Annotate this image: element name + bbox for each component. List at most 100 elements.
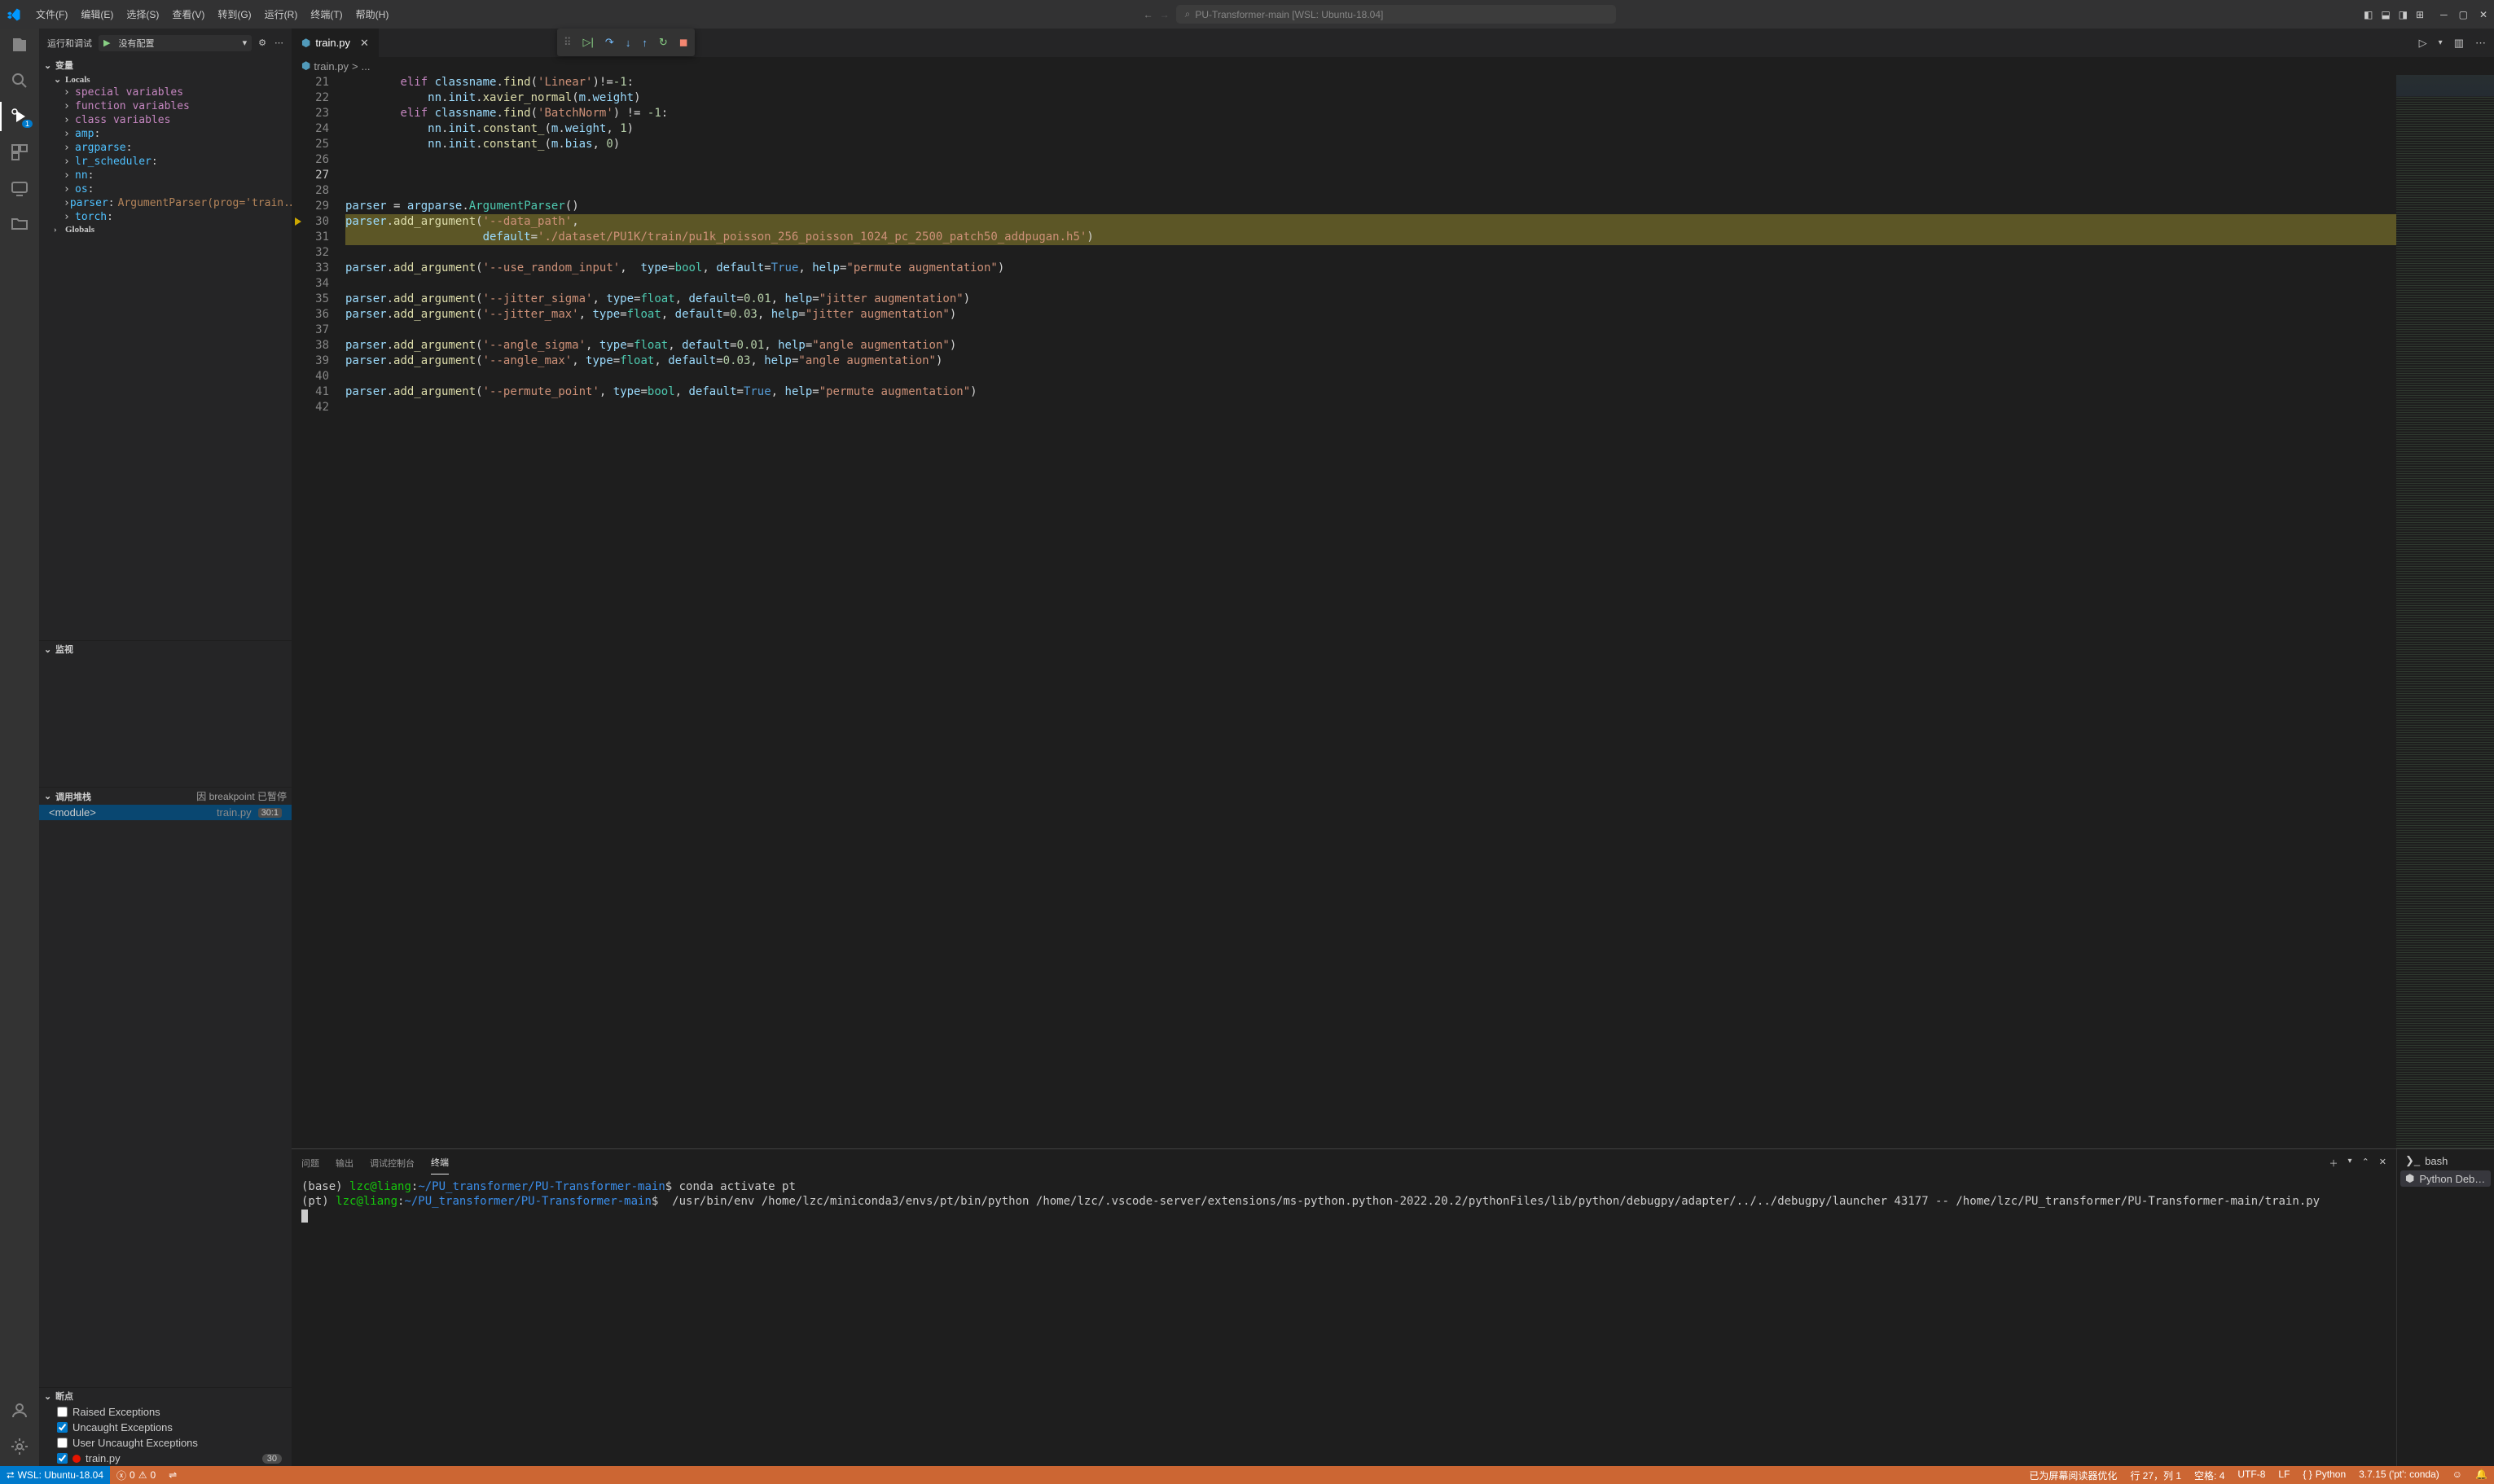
activity-folder-icon[interactable] xyxy=(10,214,29,234)
menu-edit[interactable]: 编辑(E) xyxy=(74,7,120,21)
layout-customize-icon[interactable]: ⊞ xyxy=(2416,9,2424,20)
window-minimize-icon[interactable]: ─ xyxy=(2440,9,2448,20)
debug-restart-icon[interactable]: ↻ xyxy=(659,36,668,49)
panel-tab-output[interactable]: 输出 xyxy=(336,1152,353,1174)
menu-go[interactable]: 转到(G) xyxy=(211,7,257,21)
debug-step-into-icon[interactable]: ↓ xyxy=(626,37,631,49)
section-callstack[interactable]: ⌄ 调用堆栈 因 breakpoint 已暂停 xyxy=(39,788,292,805)
scope-locals[interactable]: ⌄ Locals xyxy=(39,73,292,86)
command-center[interactable]: ⌕ PU-Transformer-main [WSL: Ubuntu-18.04… xyxy=(1176,5,1616,24)
callstack-frame[interactable]: <module> train.py 30:1 xyxy=(39,805,292,820)
menu-view[interactable]: 查看(V) xyxy=(165,7,211,21)
variable-row[interactable]: ›nn: xyxy=(39,169,292,182)
terminal-sessions: ❯_bash ⬢Python Deb… xyxy=(2396,1149,2494,1466)
variable-row[interactable]: ›os: xyxy=(39,182,292,196)
panel-tab-problems[interactable]: 问题 xyxy=(301,1152,319,1174)
more-icon[interactable]: ⋯ xyxy=(274,37,283,48)
nav-back-icon[interactable]: ← xyxy=(1144,9,1153,20)
status-language[interactable]: { }Python xyxy=(2296,1469,2352,1480)
bp-checkbox[interactable] xyxy=(57,1422,68,1433)
var-special[interactable]: ›special variables xyxy=(39,86,292,99)
editor-tab[interactable]: ⬢ train.py ✕ xyxy=(292,29,380,57)
start-debug-icon[interactable]: ▶ xyxy=(103,37,110,48)
debug-step-over-icon[interactable]: ↷ xyxy=(605,36,614,49)
debug-step-out-icon[interactable]: ↑ xyxy=(642,37,648,49)
section-breakpoints[interactable]: ⌄ 断点 xyxy=(39,1388,292,1404)
variable-row[interactable]: ›argparse: xyxy=(39,141,292,155)
activity-remote-icon[interactable] xyxy=(10,178,29,198)
nav-forward-icon[interactable]: → xyxy=(1160,9,1170,20)
terminal-session-python-debug[interactable]: ⬢Python Deb… xyxy=(2400,1170,2491,1187)
chevron-down-icon: ⌄ xyxy=(54,74,65,85)
activity-settings-icon[interactable] xyxy=(10,1437,29,1456)
section-variables[interactable]: ⌄ 变量 xyxy=(39,57,292,73)
status-interpreter[interactable]: 3.7.15 ('pt': conda) xyxy=(2352,1469,2446,1480)
window-close-icon[interactable]: ✕ xyxy=(2479,9,2487,20)
section-watch[interactable]: ⌄ 监视 xyxy=(39,641,292,657)
gear-icon[interactable]: ⚙ xyxy=(258,37,266,48)
status-remote[interactable]: ⮂ WSL: Ubuntu-18.04 xyxy=(0,1466,110,1484)
debug-toolbar[interactable]: ⠿ ▷| ↷ ↓ ↑ ↻ ◼ xyxy=(557,29,695,56)
activity-explorer-icon[interactable] xyxy=(10,35,29,55)
new-terminal-icon[interactable]: ＋ xyxy=(2329,1157,2338,1170)
run-icon[interactable]: ▷ xyxy=(2419,37,2427,50)
layout-sidebar-left-icon[interactable]: ◧ xyxy=(2364,9,2373,20)
warning-icon: ⚠ xyxy=(138,1469,147,1481)
panel-tab-terminal[interactable]: 终端 xyxy=(431,1151,449,1174)
menu-terminal[interactable]: 终端(T) xyxy=(304,7,349,21)
menu-selection[interactable]: 选择(S) xyxy=(120,7,165,21)
var-class[interactable]: ›class variables xyxy=(39,113,292,127)
bp-uncaught-exceptions[interactable]: Uncaught Exceptions xyxy=(39,1420,292,1435)
scope-globals[interactable]: › Globals xyxy=(39,224,292,235)
code-editor[interactable]: 2122232425262728293031323334353637383940… xyxy=(292,75,2494,1148)
status-screen-reader[interactable]: 已为屏幕阅读器优化 xyxy=(2022,1469,2123,1482)
status-feedback[interactable]: ☺ xyxy=(2446,1469,2469,1480)
more-icon[interactable]: ⋯ xyxy=(2475,37,2486,50)
split-editor-icon[interactable]: ▥ xyxy=(2454,37,2464,50)
status-notifications[interactable]: 🔔 xyxy=(2469,1469,2494,1480)
chevron-down-icon[interactable]: ▾ xyxy=(2439,38,2443,47)
bp-checkbox[interactable] xyxy=(57,1407,68,1417)
close-panel-icon[interactable]: ✕ xyxy=(2379,1157,2386,1170)
variable-row[interactable]: ›parser:ArgumentParser(prog='train.… xyxy=(39,196,292,210)
chevron-down-icon[interactable]: ▾ xyxy=(2348,1157,2352,1170)
status-eol[interactable]: LF xyxy=(2272,1469,2296,1480)
panel-tab-debug-console[interactable]: 调试控制台 xyxy=(370,1152,415,1174)
activity-search-icon[interactable] xyxy=(10,71,29,90)
menu-file[interactable]: 文件(F) xyxy=(29,7,74,21)
grip-icon[interactable]: ⠿ xyxy=(564,36,572,49)
variable-row[interactable]: ›lr_scheduler: xyxy=(39,155,292,169)
terminal-session-bash[interactable]: ❯_bash xyxy=(2400,1153,2491,1169)
bp-user-uncaught-exceptions[interactable]: User Uncaught Exceptions xyxy=(39,1435,292,1451)
terminal[interactable]: (base) lzc@liang:~/PU_transformer/PU-Tra… xyxy=(292,1176,2396,1466)
breakpoint-dot-icon xyxy=(72,1455,81,1463)
debug-config-selector[interactable]: ▶ 没有配置 ▾ xyxy=(99,35,252,51)
menu-help[interactable]: 帮助(H) xyxy=(349,7,396,21)
bp-checkbox[interactable] xyxy=(57,1453,68,1464)
window-maximize-icon[interactable]: ▢ xyxy=(2459,9,2468,20)
bp-file[interactable]: train.py30 xyxy=(39,1451,292,1466)
maximize-panel-icon[interactable]: ⌃ xyxy=(2362,1157,2369,1170)
bp-raised-exceptions[interactable]: Raised Exceptions xyxy=(39,1404,292,1420)
var-function[interactable]: ›function variables xyxy=(39,99,292,113)
debug-continue-icon[interactable]: ▷| xyxy=(583,36,594,49)
close-icon[interactable]: ✕ xyxy=(360,37,369,50)
menu-run[interactable]: 运行(R) xyxy=(258,7,305,21)
bp-checkbox[interactable] xyxy=(57,1438,68,1448)
layout-sidebar-right-icon[interactable]: ◨ xyxy=(2399,9,2408,20)
status-ln-col[interactable]: 行 27，列 1 xyxy=(2123,1469,2188,1482)
variable-row[interactable]: ›torch: xyxy=(39,210,292,224)
status-port[interactable]: ⇌ xyxy=(162,1466,183,1484)
layout-panel-icon[interactable]: ⬓ xyxy=(2381,9,2390,20)
status-spaces[interactable]: 空格: 4 xyxy=(2188,1469,2231,1482)
activity-debug-icon[interactable]: 1 xyxy=(10,107,29,126)
debug-config-label: 没有配置 xyxy=(118,37,234,50)
minimap[interactable] xyxy=(2396,75,2494,1148)
debug-stop-icon[interactable]: ◼ xyxy=(679,36,688,49)
variable-row[interactable]: ›amp: xyxy=(39,127,292,141)
activity-extensions-icon[interactable] xyxy=(10,143,29,162)
breadcrumb[interactable]: ⬢ train.py > ... xyxy=(292,57,2494,75)
status-problems[interactable]: ⓧ0 ⚠0 xyxy=(110,1466,162,1484)
status-encoding[interactable]: UTF-8 xyxy=(2231,1469,2272,1480)
activity-accounts-icon[interactable] xyxy=(10,1401,29,1420)
